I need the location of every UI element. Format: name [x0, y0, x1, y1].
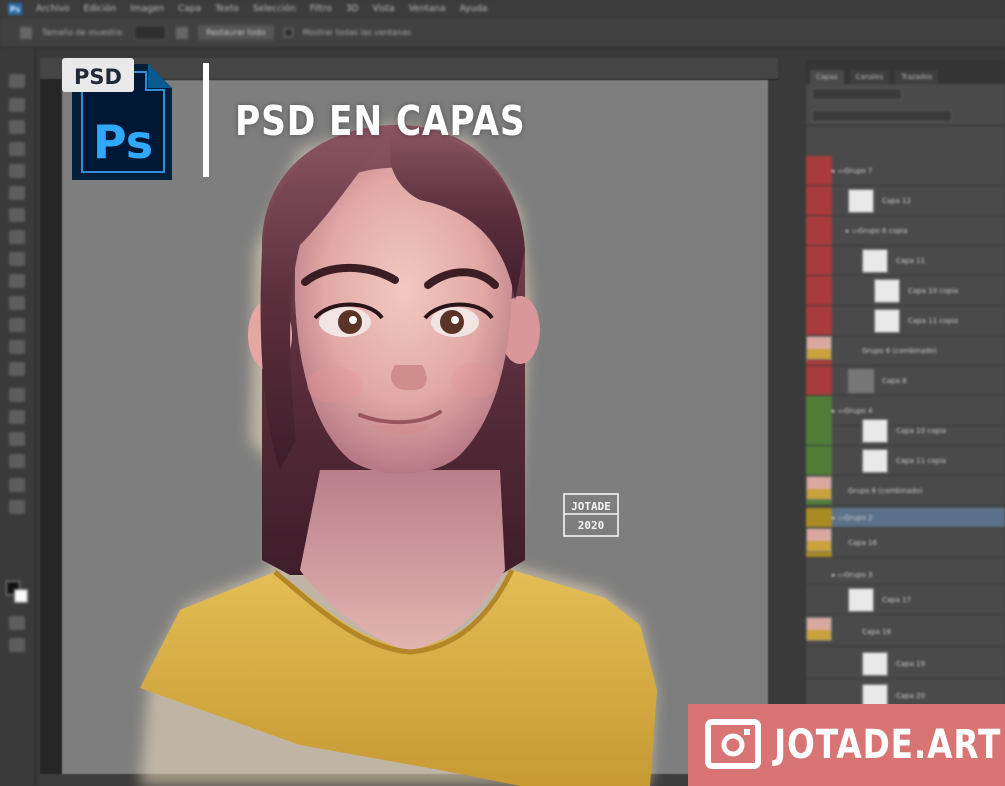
layer-name: Capa 18 [862, 627, 892, 636]
visibility-eye-icon[interactable] [806, 446, 832, 475]
layer-name: Capa 16 [848, 538, 878, 547]
artist-signature: JOTADE 2020 [563, 493, 619, 537]
layer-thumbnail [806, 617, 832, 641]
layer-row[interactable]: Capa 11 copia [806, 446, 1005, 476]
layer-name: Capa 8 [882, 376, 907, 385]
visibility-eye-icon[interactable] [806, 585, 832, 614]
layer-thumbnail [862, 651, 888, 676]
layer-row[interactable]: Grupo 6 (combinado) [806, 476, 1005, 506]
layer-thumbnail [806, 528, 832, 552]
layer-row[interactable]: Capa 11 copia [806, 306, 1005, 336]
ps-file-icon: PSD Ps [62, 58, 172, 180]
layer-name: Capa 11 copia [908, 316, 959, 325]
layer-name: Capa 11 copia [896, 456, 947, 465]
visibility-eye-icon[interactable] [806, 416, 832, 445]
signature-name: JOTADE [571, 500, 611, 513]
layer-thumbnail [806, 336, 832, 360]
tab-capas[interactable]: Capas [810, 70, 844, 84]
layer-row[interactable]: Capa 10 copia [806, 416, 1005, 446]
layer-controls [806, 84, 1005, 126]
visibility-eye-icon[interactable] [806, 216, 832, 245]
visibility-eye-icon[interactable] [806, 246, 832, 275]
layer-row[interactable]: ▸ ▭ Grupo 6 copia [806, 216, 1005, 246]
visibility-eye-icon[interactable] [806, 156, 832, 185]
camera-icon [705, 719, 761, 769]
signature-year: 2020 [578, 519, 605, 532]
layer-name: Grupo 6 copia [858, 226, 908, 235]
tab-canales[interactable]: Canales [849, 70, 890, 84]
layer-thumbnail [862, 448, 888, 473]
logo-badge-text: PSD [74, 65, 122, 89]
layer-row[interactable]: Capa 19 [806, 649, 1005, 679]
folder-icon: ▸ ▭ [832, 570, 845, 579]
logo-mark-text: Ps [93, 115, 153, 169]
layer-name: Grupo 6 (combinado) [862, 346, 937, 355]
layer-row[interactable]: ▸ ▭ Grupo 3 [806, 565, 1005, 585]
layer-name: Capa 11 [896, 256, 926, 265]
visibility-eye-icon[interactable] [806, 565, 832, 584]
layer-thumbnail [848, 587, 874, 612]
layer-thumbnail [862, 248, 888, 273]
brand-badge: JOTADE.ART [688, 704, 1005, 786]
visibility-eye-icon[interactable] [806, 186, 832, 215]
layer-name: Grupo 7 [844, 166, 873, 175]
layer-row[interactable]: Capa 8 [806, 366, 1005, 396]
layer-row[interactable]: Capa 10 copia [806, 276, 1005, 306]
visibility-eye-icon[interactable] [806, 508, 832, 527]
brand-text: JOTADE.ART [774, 722, 1002, 768]
layer-name: Grupo 2 [844, 513, 873, 522]
layer-row[interactable]: Capa 17 [806, 585, 1005, 615]
layer-name: Grupo 6 (combinado) [848, 486, 923, 495]
layer-thumbnail [862, 418, 888, 443]
visibility-eye-icon[interactable] [806, 306, 832, 335]
layer-name: Capa 10 copia [896, 426, 947, 435]
layer-thumbnail [806, 476, 832, 500]
layer-row[interactable]: Capa 18 [806, 617, 1005, 647]
layer-name: Capa 17 [882, 595, 912, 604]
folder-icon: ▸ ▭ [832, 513, 845, 522]
layer-row[interactable]: Grupo 6 (combinado) [806, 336, 1005, 366]
layer-thumbnail [848, 368, 874, 393]
layer-row-selected[interactable]: ▸ ▭ Grupo 2 [806, 508, 1005, 528]
panel-tabs: Capas Canales Trazados [806, 60, 1005, 84]
layer-thumbnail [848, 188, 874, 213]
blend-mode-select[interactable] [812, 110, 952, 122]
title-divider [203, 63, 209, 177]
layer-row[interactable]: ▸ ▭ Grupo 7 [806, 156, 1005, 186]
visibility-eye-icon[interactable] [806, 366, 832, 395]
folder-icon: ▸ ▭ [832, 406, 845, 415]
visibility-eye-icon[interactable] [806, 276, 832, 305]
tab-trazados[interactable]: Trazados [895, 70, 939, 84]
layer-thumbnail [874, 308, 900, 333]
page-title: PSD EN CAPAS [235, 97, 526, 145]
layer-row[interactable]: Capa 11 [806, 246, 1005, 276]
photoshop-window: Ps Archivo Edición Imagen Capa Texto Sel… [0, 0, 1005, 786]
layer-name: Capa 10 copia [908, 286, 959, 295]
layer-row[interactable]: Capa 16 [806, 528, 1005, 558]
layer-filter-select[interactable] [812, 88, 902, 100]
layers-panel: Capas Canales Trazados ▸ ▭ Grupo 7 Capa … [806, 60, 1005, 786]
folder-icon: ▸ ▭ [846, 226, 859, 235]
layer-thumbnail [874, 278, 900, 303]
layer-name: Capa 20 [896, 691, 926, 700]
layer-name: Grupo 4 [844, 406, 873, 415]
layer-name: Capa 12 [882, 196, 912, 205]
layer-row[interactable]: Capa 12 [806, 186, 1005, 216]
folder-icon: ▸ ▭ [832, 166, 845, 175]
layer-name: Capa 19 [896, 659, 926, 668]
layer-name: Grupo 3 [844, 570, 873, 579]
visibility-eye-icon[interactable] [806, 649, 832, 678]
